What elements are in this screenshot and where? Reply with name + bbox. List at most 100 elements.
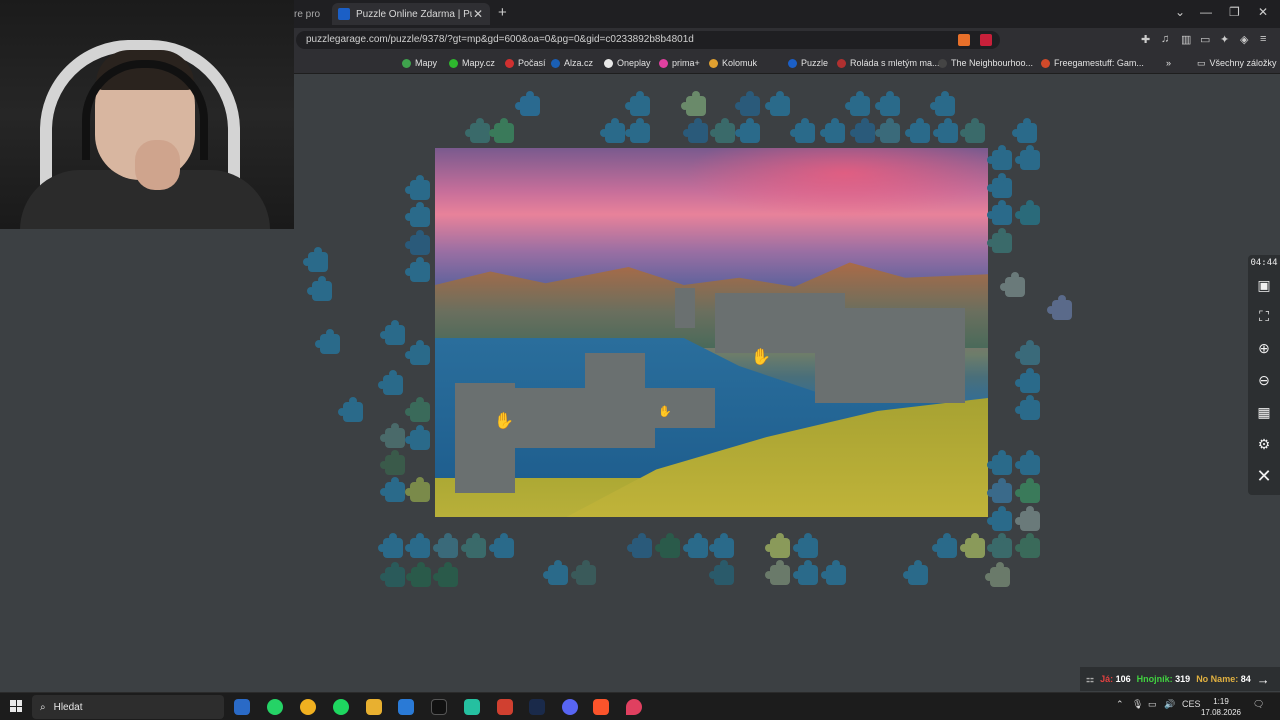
puzzle-piece[interactable] [1015,200,1040,225]
bookmark-mapy-cz[interactable]: Mapy.cz [449,56,495,70]
puzzle-piece[interactable] [380,562,405,587]
bookmarks-overflow-icon[interactable]: » [1166,56,1171,70]
settings-icon[interactable]: ⚙ [1254,434,1274,454]
system-clock[interactable]: 1:19 17.08.2026 [1196,696,1246,718]
puzzle-piece[interactable] [735,118,760,143]
media-icon[interactable]: ♫ [1161,33,1169,45]
image-preview-icon[interactable]: ▣ [1254,275,1274,295]
puzzle-piece[interactable] [903,560,928,585]
bookmark-rolada[interactable]: Roláda s mletým ma... [837,56,940,70]
microphone-icon[interactable]: 🎙 [1132,699,1143,710]
app-icon[interactable] [464,699,480,715]
arrow-right-icon[interactable]: → [1257,672,1270,687]
puzzle-piece[interactable] [405,202,430,227]
puzzle-piece[interactable] [303,247,328,272]
puzzle-piece[interactable] [1015,340,1040,365]
puzzle-piece[interactable] [338,397,363,422]
puzzle-piece[interactable] [489,533,514,558]
puzzle-piece[interactable] [709,533,734,558]
close-icon[interactable]: ✕ [1254,466,1274,486]
puzzle-piece[interactable] [1015,145,1040,170]
puzzle-piece[interactable] [380,450,405,475]
puzzle-piece[interactable] [1015,506,1040,531]
puzzle-piece[interactable] [845,91,870,116]
puzzle-piece[interactable] [433,562,458,587]
extensions-icon[interactable]: ✚ [1141,33,1150,46]
puzzle-piece[interactable] [987,200,1012,225]
capcut-icon[interactable] [431,699,447,715]
puzzle-piece[interactable] [380,477,405,502]
puzzle-piece[interactable] [960,118,985,143]
taskbar-search[interactable]: ⌕ Hledat [32,695,224,719]
puzzle-piece[interactable] [307,276,332,301]
puzzle-piece[interactable] [405,340,430,365]
sidebar-icon[interactable]: ▥ [1181,33,1191,46]
zoom-out-icon[interactable]: ⊖ [1254,370,1274,390]
menu-icon[interactable]: ≡ [1260,33,1266,45]
brave-shield-icon[interactable] [958,34,970,46]
puzzle-piece[interactable] [821,560,846,585]
file-explorer-icon[interactable] [366,699,382,715]
network-icon[interactable]: ▭ [1148,699,1157,710]
puzzle-piece[interactable] [405,175,430,200]
vpn-icon[interactable]: ◈ [1240,33,1248,46]
bookmark-alza[interactable]: Alza.cz [551,56,593,70]
bookmark-neighbourhood[interactable]: The Neighbourhoo... [938,56,1033,70]
windows-start-icon[interactable] [10,700,22,712]
chrome-icon[interactable] [300,699,316,715]
window-close-icon[interactable]: ✕ [1258,5,1268,19]
puzzle-piece[interactable] [765,560,790,585]
puzzle-piece[interactable] [933,118,958,143]
discord-icon[interactable] [562,699,578,715]
puzzle-piece[interactable] [405,397,430,422]
missing-pieces-area[interactable] [455,383,515,493]
all-bookmarks[interactable]: ▭ Všechny záložky [1197,56,1277,70]
bookmark-oneplay[interactable]: Oneplay [604,56,651,70]
new-tab-icon[interactable]: + [498,4,507,21]
puzzle-piece[interactable] [1015,395,1040,420]
puzzle-piece[interactable] [793,533,818,558]
puzzle-piece[interactable] [875,91,900,116]
url-field[interactable]: puzzlegarage.com/puzzle/9378/?gt=mp&gd=6… [296,31,1000,49]
bookmark-kolomuk[interactable]: Kolomuk [709,56,757,70]
brave-rewards-icon[interactable] [980,34,992,46]
location-pin-icon[interactable] [626,699,642,715]
puzzle-piece[interactable] [378,533,403,558]
puzzle-board[interactable] [435,148,988,517]
puzzle-piece[interactable] [681,91,706,116]
puzzle-piece[interactable] [405,230,430,255]
puzzle-piece[interactable] [850,118,875,143]
puzzle-piece[interactable] [765,91,790,116]
puzzle-piece[interactable] [987,450,1012,475]
puzzle-piece[interactable] [683,533,708,558]
puzzle-piece[interactable] [465,118,490,143]
puzzle-piece[interactable] [1015,533,1040,558]
spotify-icon[interactable] [333,699,349,715]
puzzle-piece[interactable] [571,560,596,585]
puzzle-piece[interactable] [405,477,430,502]
volume-icon[interactable]: 🔊 [1164,699,1175,710]
puzzle-piece[interactable] [515,91,540,116]
restore-icon[interactable]: ❐ [1229,5,1240,19]
puzzle-piece[interactable] [905,118,930,143]
obs-icon[interactable] [497,699,513,715]
puzzle-piece[interactable] [378,370,403,395]
minimize-icon[interactable]: — [1200,5,1212,19]
puzzle-piece[interactable] [1015,450,1040,475]
tray-chevron-icon[interactable]: ⌃ [1116,699,1124,710]
bookmark-mapy[interactable]: Mapy [402,56,437,70]
missing-pieces-area[interactable] [515,388,655,448]
tab-active[interactable]: Puzzle Online Zdarma | Puzzle G ✕ [332,3,490,25]
puzzle-piece[interactable] [875,118,900,143]
puzzle-piece[interactable] [985,562,1010,587]
tab-list-chevron-icon[interactable]: ⌄ [1175,5,1185,19]
puzzle-piece[interactable] [793,560,818,585]
puzzle-piece[interactable] [315,329,340,354]
leo-icon[interactable]: ✦ [1220,33,1229,46]
puzzle-piece[interactable] [600,118,625,143]
puzzle-piece[interactable] [820,118,845,143]
vscode-icon[interactable] [398,699,414,715]
puzzle-piece[interactable] [655,533,680,558]
puzzle-piece[interactable] [960,533,985,558]
bookmark-prima[interactable]: prima+ [659,56,700,70]
